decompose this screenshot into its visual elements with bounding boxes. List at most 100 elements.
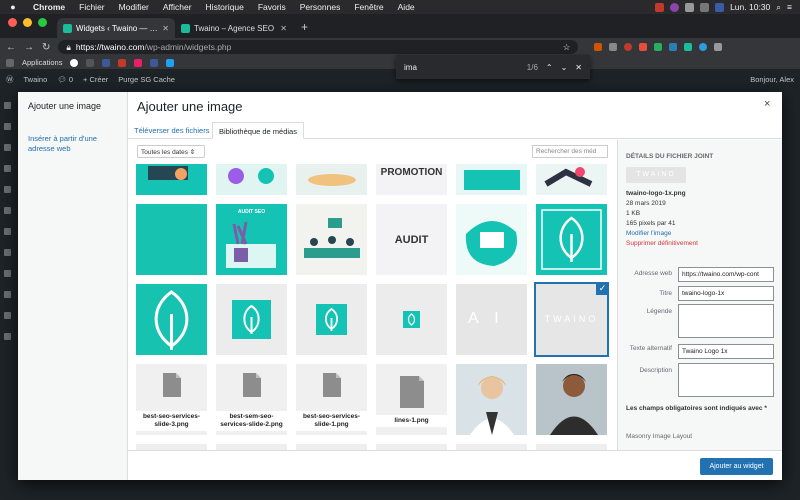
bookmark-icon[interactable]	[118, 58, 127, 67]
close-window-icon[interactable]	[8, 17, 17, 27]
extension-icon[interactable]	[639, 43, 648, 51]
attachment-tile[interactable]	[216, 284, 287, 355]
attachment-tile[interactable]	[456, 164, 527, 195]
extension-icon[interactable]	[609, 43, 618, 51]
attachment-tile[interactable]	[136, 284, 207, 355]
menu-icon[interactable]	[3, 270, 11, 277]
description-field[interactable]	[678, 363, 774, 397]
site-name[interactable]: Twaino	[24, 75, 48, 84]
edit-image-link[interactable]: Modifier l'image	[626, 229, 671, 238]
bookmark-icon[interactable]	[70, 58, 79, 67]
title-field[interactable]: twaino-logo-1x	[678, 286, 774, 301]
apple-icon[interactable]: ●	[0, 2, 26, 12]
cloud-icon[interactable]	[685, 2, 695, 12]
menu-historique[interactable]: Historique	[199, 2, 251, 12]
attachment-tile[interactable]: AUDIT SEO	[216, 204, 287, 275]
menu-icon[interactable]	[3, 312, 11, 319]
more-icon[interactable]	[714, 43, 723, 51]
extension-icon[interactable]	[684, 43, 693, 51]
attachment-tile[interactable]	[536, 204, 607, 275]
attachment-tile[interactable]	[456, 364, 527, 435]
menu-chrome[interactable]: Chrome	[26, 2, 72, 12]
menu-favoris[interactable]: Favoris	[251, 2, 293, 12]
menu-icon[interactable]	[3, 228, 11, 235]
reload-icon[interactable]: ↻	[42, 42, 50, 53]
menu-fichier[interactable]: Fichier	[72, 2, 112, 12]
flag-icon[interactable]	[715, 2, 725, 12]
new-tab-button[interactable]: +	[293, 20, 316, 38]
menu-icon[interactable]	[3, 249, 11, 256]
extension-icon[interactable]	[654, 43, 663, 51]
find-prev-icon[interactable]: ⌃	[546, 63, 553, 72]
attachment-tile[interactable]: best-seo-services-slide-3.png	[136, 364, 207, 435]
maximize-window-icon[interactable]	[38, 17, 47, 27]
status-icon[interactable]	[670, 2, 680, 12]
attachment-tile[interactable]: best-sem-seo-services-slide-2.png	[216, 364, 287, 435]
find-input[interactable]: ima	[404, 63, 519, 72]
caption-field[interactable]	[678, 304, 774, 338]
forward-icon[interactable]: →	[24, 42, 34, 53]
menu-icon[interactable]	[3, 165, 11, 172]
attachment-tile[interactable]: A I	[456, 284, 527, 355]
menu-icon[interactable]	[3, 207, 11, 214]
find-next-icon[interactable]: ⌄	[561, 63, 568, 72]
attachment-tile[interactable]	[536, 164, 607, 195]
attachment-tile[interactable]	[376, 284, 447, 355]
attachment-tile[interactable]: best-seo-services-slide-1.png	[296, 364, 367, 435]
bookmark-icon[interactable]	[150, 58, 159, 67]
attachment-tile[interactable]: lines-1.png	[376, 364, 447, 435]
attachment-tile[interactable]	[136, 164, 207, 195]
attachment-tile[interactable]	[216, 164, 287, 195]
menu-modifier[interactable]: Modifier	[112, 2, 156, 12]
insert-from-url-link[interactable]: Insérer à partir d'une adresse web	[28, 134, 118, 154]
menu-icon[interactable]	[3, 291, 11, 298]
menu-add-image[interactable]: Ajouter une image	[28, 101, 101, 111]
menu-icon[interactable]	[3, 333, 11, 340]
wifi-icon[interactable]	[700, 2, 710, 12]
url-field[interactable]: https://twaino.com/wp-cont	[678, 267, 774, 282]
attachment-tile[interactable]	[296, 164, 367, 195]
profile-icon[interactable]	[699, 43, 708, 51]
alt-text-field[interactable]: Twaino Logo 1x	[678, 344, 774, 359]
menu-list-icon[interactable]: ≡	[787, 2, 792, 12]
back-icon[interactable]: ←	[6, 42, 16, 53]
minimize-window-icon[interactable]	[23, 17, 32, 27]
close-icon[interactable]: ×	[764, 98, 770, 110]
menu-fenetre[interactable]: Fenêtre	[347, 2, 390, 12]
menu-icon[interactable]	[3, 102, 11, 109]
menu-icon[interactable]	[3, 144, 11, 151]
greeting[interactable]: Bonjour, Alex	[750, 75, 794, 84]
clock[interactable]: Lun. 10:30	[730, 2, 770, 12]
media-search-input[interactable]: Rechercher des méd	[532, 145, 608, 158]
close-tab-icon[interactable]: ✕	[162, 24, 169, 33]
date-filter-select[interactable]: Toutes les dates ⇕	[137, 145, 205, 158]
attachment-tile[interactable]	[296, 204, 367, 275]
bookmark-icon[interactable]	[166, 58, 175, 67]
tab-media-library[interactable]: Bibliothèque de médias	[212, 122, 304, 139]
status-icon[interactable]	[655, 2, 665, 12]
tab-widgets[interactable]: Widgets ‹ Twaino — WordPress ✕	[57, 18, 175, 38]
delete-permanently-link[interactable]: Supprimer définitivement	[626, 239, 698, 248]
find-close-icon[interactable]: ✕	[575, 63, 582, 72]
search-icon[interactable]: ⌕	[776, 2, 781, 13]
bookmark-applications[interactable]: Applications	[22, 58, 62, 67]
bookmark-icon[interactable]	[134, 58, 143, 67]
apps-icon[interactable]	[6, 58, 14, 67]
check-icon[interactable]: ✓	[596, 284, 607, 295]
close-tab-icon[interactable]: ✕	[280, 24, 287, 33]
wordpress-icon[interactable]: Ⓦ	[6, 74, 14, 85]
bookmark-icon[interactable]	[102, 58, 111, 67]
attachment-tile[interactable]	[536, 364, 607, 435]
extension-icon[interactable]	[594, 43, 603, 51]
new-content[interactable]: + Créer	[83, 75, 108, 84]
tab-upload-files[interactable]: Téléverser des fichiers	[128, 122, 215, 139]
menu-aide[interactable]: Aide	[391, 2, 422, 12]
menu-personnes[interactable]: Personnes	[293, 2, 348, 12]
attachment-tile[interactable]	[456, 204, 527, 275]
purge-cache[interactable]: Purge SG Cache	[118, 75, 175, 84]
comments-count[interactable]: 💬︎ 0	[57, 75, 73, 84]
extension-icon[interactable]	[669, 43, 678, 51]
attachment-tile[interactable]: AUDIT	[376, 204, 447, 275]
add-to-widget-button[interactable]: Ajouter au widget	[700, 458, 773, 475]
attachment-tile[interactable]	[296, 284, 367, 355]
